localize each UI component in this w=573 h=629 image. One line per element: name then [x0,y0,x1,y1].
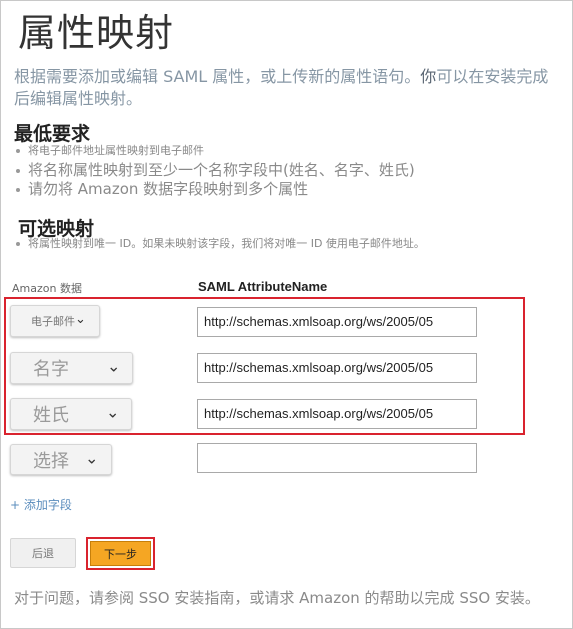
bullet-icon [16,149,20,153]
back-button[interactable]: 后退 [10,538,76,568]
optional-item: 将属性映射到唯一 ID。如果未映射该字段，我们将对唯一 ID 使用电子邮件地址。 [16,235,425,251]
saml-attribute-input-empty[interactable] [197,443,477,473]
next-button-label: 下一步 [104,547,137,561]
amazon-data-select-empty[interactable]: 选择 ⌄ [10,444,112,475]
next-button-highlight: 下一步 [86,537,155,570]
highlight-box [4,297,525,435]
chevron-down-icon: ⌄ [85,448,99,468]
requirement-item: 将名称属性映射到至少一个名称字段中(姓名、名字、姓氏) [16,159,415,180]
back-button-label: 后退 [32,547,54,560]
next-button[interactable]: 下一步 [90,541,151,566]
page-title: 属性映射 [18,11,175,55]
help-footer-text: 对于问题，请参阅 SSO 安装指南，或请求 Amazon 的帮助以完成 SSO … [14,589,540,607]
bullet-icon [16,187,20,192]
requirement-item: 将电子邮件地址属性映射到电子邮件 [16,142,204,158]
bullet-icon [16,168,20,173]
select-label: 选择 [33,450,69,472]
intro-part1: 根据需要添加或编辑 SAML 属性，或上传新的属性语句。 [14,67,421,86]
requirement-item: 请勿将 Amazon 数据字段映射到多个属性 [16,178,308,199]
add-field-link[interactable]: + 添加字段 [10,496,72,513]
intro-text: 根据需要添加或编辑 SAML 属性，或上传新的属性语句。你可以在安装完成后编辑属… [14,66,564,110]
intro-strong: 你 [420,67,437,86]
column-header-amazon-data: Amazon 数据 [12,282,82,295]
column-header-saml-attribute: SAML AttributeName [198,279,328,294]
bullet-icon [16,242,20,246]
